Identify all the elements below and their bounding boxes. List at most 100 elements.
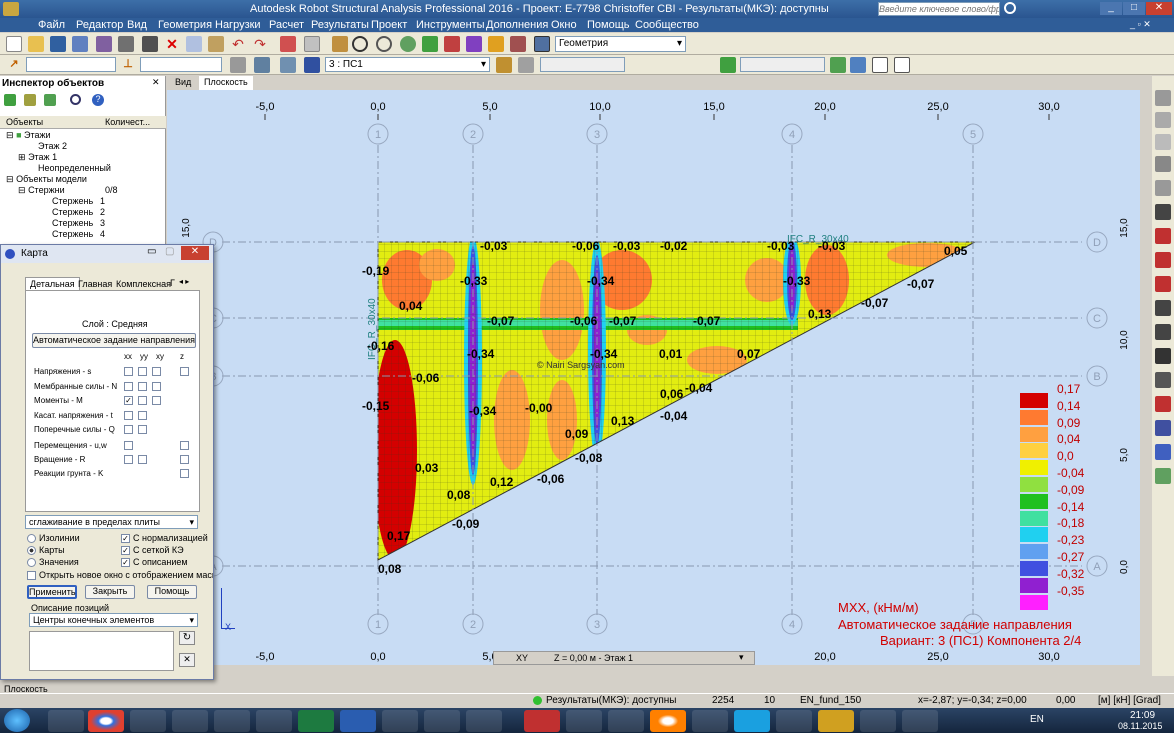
table3-icon[interactable]	[894, 57, 910, 73]
clock-time[interactable]: 21:09	[1130, 710, 1155, 721]
tree-item[interactable]: Стержень 1	[52, 196, 152, 206]
radio-isolines[interactable]: Изолинии	[27, 533, 80, 544]
redo-icon[interactable]: ↷	[252, 36, 268, 52]
tab-more[interactable]: Г	[170, 278, 175, 288]
paste-icon[interactable]	[208, 36, 224, 52]
chevron-down-icon[interactable]: ▾	[739, 652, 744, 663]
app-icon[interactable]	[256, 710, 292, 732]
filter2-icon[interactable]	[850, 57, 866, 73]
lang-indicator[interactable]: EN	[1030, 714, 1044, 725]
tree-item[interactable]: ⊞ Этаж 1	[18, 152, 158, 163]
maximize-button[interactable]: □	[1123, 2, 1145, 15]
tool-icon[interactable]: ✕	[179, 653, 195, 667]
tree-item[interactable]: Стержень 4	[52, 229, 152, 239]
result-checkbox[interactable]	[138, 382, 147, 391]
expand-icon[interactable]: ⊟	[18, 185, 26, 195]
zoom-window-icon[interactable]	[376, 36, 392, 52]
tree-item[interactable]: Стержень 3	[52, 218, 152, 228]
structure-view[interactable]: -5,0-5,00,00,05,05,010,010,015,015,020,0…	[167, 90, 1140, 665]
menu-file[interactable]: Файл	[38, 19, 65, 31]
result-checkbox-z[interactable]	[180, 367, 189, 376]
result-checkbox[interactable]	[124, 411, 133, 420]
clock-date[interactable]: 08.11.2015	[1118, 721, 1162, 731]
tool-icon[interactable]	[1155, 134, 1171, 150]
smoothing-select[interactable]: сглаживание в пределах плиты ▾	[25, 515, 198, 529]
result-checkbox[interactable]	[138, 455, 147, 464]
dialog-maximize-button[interactable]: ▢	[165, 246, 174, 257]
app-icon[interactable]	[650, 710, 686, 732]
expand-icon[interactable]: ⊞	[18, 152, 26, 162]
result-checkbox-z[interactable]	[180, 469, 189, 478]
analysis-icon[interactable]	[444, 36, 460, 52]
app-icon[interactable]	[214, 710, 250, 732]
close-dialog-button[interactable]: Закрыть	[85, 585, 135, 599]
auto-direction-button[interactable]: Автоматическое задание направления	[32, 333, 196, 348]
result-checkbox[interactable]	[152, 396, 161, 405]
section-icon[interactable]	[254, 57, 270, 73]
table-icon[interactable]	[304, 36, 320, 52]
calculator-icon[interactable]	[902, 710, 938, 732]
app-icon[interactable]	[130, 710, 166, 732]
position-select[interactable]: Центры конечных элементов ▾	[29, 613, 198, 627]
menu-analysis[interactable]: Расчет	[269, 19, 304, 31]
excel-icon[interactable]	[298, 710, 334, 732]
case-select[interactable]: 3 : ПС1 ▾	[325, 57, 490, 72]
result-checkbox[interactable]	[138, 396, 147, 405]
undo-icon[interactable]: ↶	[230, 36, 246, 52]
result-checkbox-z[interactable]	[180, 441, 189, 450]
tool-icon[interactable]	[1155, 90, 1171, 106]
app-icon[interactable]	[692, 710, 728, 732]
explorer-icon[interactable]	[48, 710, 84, 732]
menu-help[interactable]: Помощь	[587, 19, 630, 31]
save-icon[interactable]	[50, 36, 66, 52]
tab-plane[interactable]: Плоскость	[199, 76, 253, 90]
result-checkbox[interactable]	[152, 382, 161, 391]
mode-combo[interactable]	[540, 57, 625, 72]
mode2-icon[interactable]	[518, 57, 534, 73]
result-checkbox[interactable]	[152, 367, 161, 376]
result-checkbox[interactable]	[138, 411, 147, 420]
results-icon[interactable]	[466, 36, 482, 52]
design-icon[interactable]	[488, 36, 504, 52]
app-icon[interactable]	[566, 710, 602, 732]
nero-icon[interactable]	[424, 710, 460, 732]
tree-item[interactable]: ⊟ Стержни 0/8	[18, 185, 163, 196]
chk-new-window[interactable]: Открыть новое окно с отображением масшт	[27, 570, 213, 581]
result-checkbox[interactable]	[138, 367, 147, 376]
open-icon[interactable]	[28, 36, 44, 52]
tab-detailed[interactable]: Детальная	[25, 277, 80, 290]
app-icon[interactable]	[608, 710, 644, 732]
menu-view[interactable]: Вид	[127, 19, 147, 31]
inspector-close-icon[interactable]: ✕	[152, 77, 160, 88]
tool2-icon[interactable]	[720, 57, 736, 73]
copy-icon[interactable]	[186, 36, 202, 52]
delete-icon[interactable]: ✕	[164, 36, 180, 52]
menu-addons[interactable]: Дополнения	[486, 19, 548, 31]
cursor-icon[interactable]	[230, 57, 246, 73]
help-button[interactable]: Помощь	[147, 585, 197, 599]
lock-icon[interactable]	[332, 36, 348, 52]
refresh-icon[interactable]: ↻	[179, 631, 195, 645]
new-icon[interactable]	[6, 36, 22, 52]
apply-button[interactable]: Применить	[27, 585, 77, 599]
tool-icon[interactable]	[1155, 300, 1171, 316]
expand-icon[interactable]: ⊟	[6, 174, 14, 184]
menu-geometry[interactable]: Геометрия	[158, 19, 212, 31]
tool-icon[interactable]	[1155, 204, 1171, 220]
tree-item[interactable]: ⊟ ■ Этажи	[6, 130, 166, 141]
tool-icon[interactable]	[1155, 324, 1171, 340]
filter-icon[interactable]	[830, 57, 846, 73]
result-checkbox[interactable]	[124, 425, 133, 434]
book-icon[interactable]	[72, 36, 88, 52]
filter-combo[interactable]	[740, 57, 825, 72]
node-icon[interactable]: ⊥	[120, 57, 136, 73]
chrome-icon[interactable]	[88, 710, 124, 732]
tool-icon[interactable]	[1155, 252, 1171, 268]
dialog-close-button[interactable]: ✕	[181, 246, 209, 260]
menu-community[interactable]: Сообщество	[635, 19, 699, 31]
result-checkbox-z[interactable]	[180, 455, 189, 464]
case-icon[interactable]	[304, 57, 320, 73]
filter-icon[interactable]	[24, 94, 36, 106]
search-icon[interactable]	[70, 94, 81, 105]
node-combo[interactable]	[140, 57, 222, 72]
